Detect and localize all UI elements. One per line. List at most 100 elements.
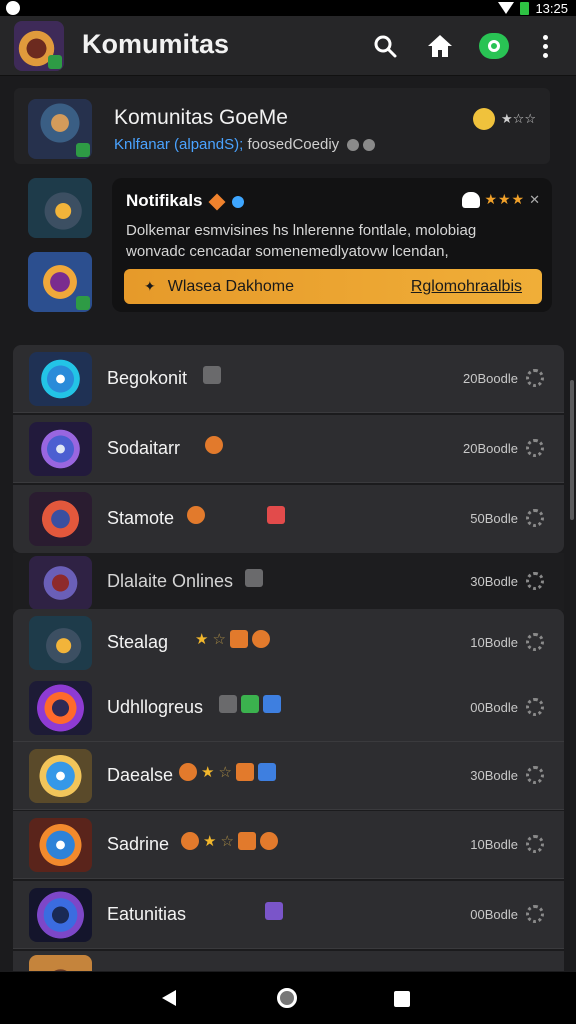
item-thumbnail [29, 422, 92, 476]
back-icon[interactable] [162, 990, 176, 1006]
subtitle-prefix: Knlfanar [114, 136, 170, 153]
community-header-card[interactable]: Komunitas GoeMe Knlfanar (alpandS); foos… [14, 88, 550, 164]
close-icon[interactable]: ✕ [529, 192, 540, 208]
red-flag-icon [267, 506, 285, 524]
gift-icon [251, 630, 270, 648]
star-empty-icon: ☆ [220, 833, 234, 850]
item-badges [245, 569, 263, 587]
recents-icon[interactable] [394, 991, 410, 1007]
check-icon [241, 695, 259, 713]
star-empty-icon: ☆ [212, 631, 226, 648]
check-icon [263, 695, 281, 713]
list-item[interactable]: Begokonit 20Boodle [13, 345, 564, 413]
item-thumbnail [29, 556, 92, 610]
gear-icon[interactable] [526, 439, 544, 457]
list-item[interactable]: Eatunitias 00Bodle [13, 881, 564, 949]
star-icon: ★ [203, 833, 217, 850]
list-item[interactable]: Udhllogreus 00Bodle [13, 674, 564, 742]
gear-icon [347, 139, 360, 152]
gear-icon[interactable] [526, 369, 544, 387]
status-toggle-icon[interactable] [478, 30, 510, 62]
item-badges: ★ ☆ [181, 832, 278, 850]
item-meta: 00Bodle [470, 907, 518, 922]
item-meta: 20Boodle [463, 371, 518, 386]
app-bar: Komumitas [0, 16, 576, 76]
notification-stars: ★★★ [484, 191, 526, 207]
notification-badges: ★★★ ✕ [462, 191, 540, 208]
notification-action-button[interactable]: ✦ Wlasea Dakhome Rglomohraalbis [124, 269, 542, 304]
item-meta: 00Bodle [470, 700, 518, 715]
status-time: 13:25 [535, 0, 568, 16]
gear-icon[interactable] [526, 905, 544, 923]
item-badges [187, 506, 285, 524]
gear-icon[interactable] [526, 509, 544, 527]
fire-icon [208, 193, 226, 211]
gear-icon[interactable] [526, 766, 544, 784]
star-empty-icon: ☆ [218, 764, 232, 781]
gift-icon [259, 832, 278, 850]
check-icon [257, 763, 276, 781]
list-item[interactable]: Dlalaite Onlines 30Bodle [13, 553, 564, 611]
bolt-icon: ✦ [144, 278, 156, 294]
gem-icon [232, 195, 244, 208]
status-right: 13:25 [498, 0, 568, 16]
home-nav-icon[interactable] [277, 988, 297, 1008]
check-icon [229, 630, 248, 648]
badge-icon [48, 55, 62, 69]
item-thumbnail [29, 681, 92, 735]
item-meta: 30Bodle [470, 574, 518, 589]
check-icon [235, 763, 254, 781]
more-vert-icon[interactable] [529, 30, 561, 62]
list-item[interactable]: Daealse ★ ☆ 30Bodle [13, 742, 564, 810]
item-title: Sodaitarr [107, 438, 181, 458]
scrollbar[interactable] [570, 380, 574, 520]
item-badges [203, 366, 221, 384]
subtitle-suffix: foosedCoediy [247, 136, 340, 153]
list-item[interactable]: Sodaitarr 20Boodle [13, 415, 564, 483]
item-title: Sadrine [107, 834, 170, 854]
gear-icon[interactable] [526, 698, 544, 716]
item-title: Stealag [107, 632, 169, 652]
item-badges: ★ ☆ [179, 763, 276, 781]
gear-icon[interactable] [526, 572, 544, 590]
star-icon: ★ [201, 764, 215, 781]
home-icon[interactable] [424, 30, 456, 62]
status-app-icon [6, 1, 20, 15]
gear-icon[interactable] [526, 633, 544, 651]
wifi-icon [498, 2, 515, 14]
item-title: Dlalaite Onlines [107, 571, 234, 591]
community-subtitle: Knlfanar (alpandS); foosedCoediy [114, 136, 376, 153]
item-badges [205, 436, 223, 454]
item-meta: 10Bodle [470, 635, 518, 650]
item-title: Stamote [107, 508, 175, 528]
side-thumbnail[interactable] [28, 252, 92, 312]
subtitle-icons [347, 139, 376, 152]
item-badges [265, 902, 283, 920]
check-icon [265, 902, 283, 920]
item-meta: 20Boodle [463, 441, 518, 456]
notification-action-link[interactable]: Rglomohraalbis [411, 278, 522, 296]
app-logo[interactable] [14, 21, 64, 71]
side-thumbnail[interactable] [28, 178, 92, 238]
emoji-icon [473, 108, 496, 130]
list-item-partial[interactable] [13, 951, 564, 971]
list-item[interactable]: Stealag ★ ☆ 10Bodle [13, 609, 564, 677]
item-thumbnail [29, 818, 92, 872]
list-item[interactable]: Stamote 50Bodle [13, 485, 564, 553]
list-item[interactable]: Sadrine ★ ☆ 10Bodle [13, 811, 564, 879]
lock-icon [245, 569, 263, 587]
notification-card: Notifikals ★★★ ✕ Dolkemar esmvisines hs … [112, 178, 552, 312]
search-icon[interactable] [369, 30, 401, 62]
app-title: Komumitas [82, 29, 230, 59]
item-thumbnail [29, 888, 92, 942]
home-icon [219, 695, 237, 713]
community-title: Komunitas GoeMe [114, 106, 288, 129]
rating-stars: ★☆☆ [501, 111, 536, 126]
item-meta: 30Bodle [470, 768, 518, 783]
gear-icon[interactable] [526, 835, 544, 853]
item-badges [219, 695, 281, 713]
item-thumbnail [29, 749, 92, 803]
item-meta: 50Bodle [470, 511, 518, 526]
x-icon [187, 506, 205, 524]
alert-icon [181, 832, 199, 850]
